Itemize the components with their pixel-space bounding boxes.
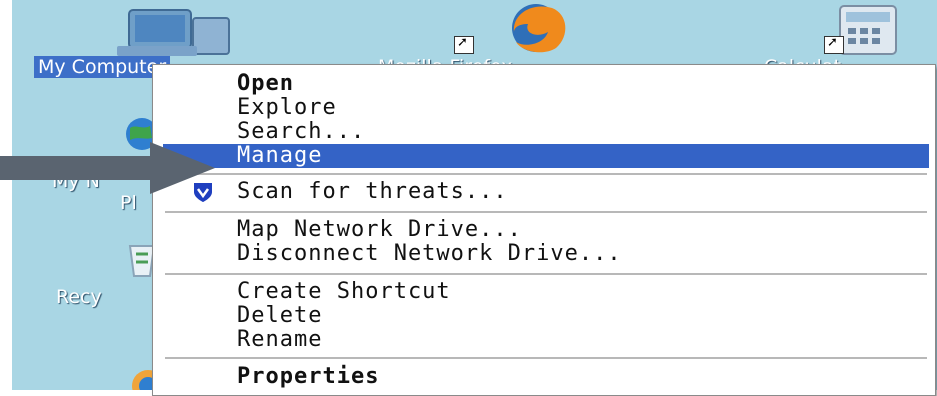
menu-item-rename[interactable]: Rename xyxy=(163,328,929,352)
shortcut-arrow-icon xyxy=(454,35,474,54)
menu-item-label: Explore xyxy=(237,95,337,120)
menu-item-scan-for-threats[interactable]: Scan for threats... xyxy=(163,180,929,204)
menu-item-manage[interactable]: Manage xyxy=(163,144,929,168)
menu-item-label: Manage xyxy=(237,143,323,168)
menu-separator xyxy=(165,357,927,359)
desktop-label-my-computer[interactable]: My Computer xyxy=(34,56,171,78)
menu-item-label: Disconnect Network Drive... xyxy=(237,241,622,266)
shortcut-arrow-icon xyxy=(824,35,844,54)
menu-separator xyxy=(165,211,927,213)
menu-separator xyxy=(165,173,927,175)
menu-item-label: Scan for threats... xyxy=(237,179,508,204)
menu-item-label: Delete xyxy=(237,303,323,328)
pointer-arrow-icon xyxy=(0,142,215,194)
menu-item-properties[interactable]: Properties xyxy=(163,365,929,389)
desktop-label-recycle-bin[interactable]: Recy xyxy=(56,286,102,308)
menu-item-label: Map Network Drive... xyxy=(237,217,522,242)
menu-item-create-shortcut[interactable]: Create Shortcut xyxy=(163,280,929,304)
firefox-icon[interactable] xyxy=(452,2,602,58)
menu-item-label: Search... xyxy=(237,119,366,144)
menu-item-disconnect-network-drive[interactable]: Disconnect Network Drive... xyxy=(163,242,929,266)
menu-item-label: Rename xyxy=(237,327,323,352)
menu-item-label: Create Shortcut xyxy=(237,279,451,304)
menu-separator xyxy=(165,273,927,275)
menu-item-label: Open xyxy=(237,71,294,96)
context-menu: Open Explore Search... Manage Scan for t… xyxy=(152,64,936,396)
menu-item-search[interactable]: Search... xyxy=(163,120,929,144)
menu-item-map-network-drive[interactable]: Map Network Drive... xyxy=(163,218,929,242)
my-computer-icon[interactable] xyxy=(107,6,237,58)
menu-item-open[interactable]: Open xyxy=(163,72,929,96)
menu-item-label: Properties xyxy=(237,364,380,389)
menu-item-explore[interactable]: Explore xyxy=(163,96,929,120)
menu-item-delete[interactable]: Delete xyxy=(163,304,929,328)
